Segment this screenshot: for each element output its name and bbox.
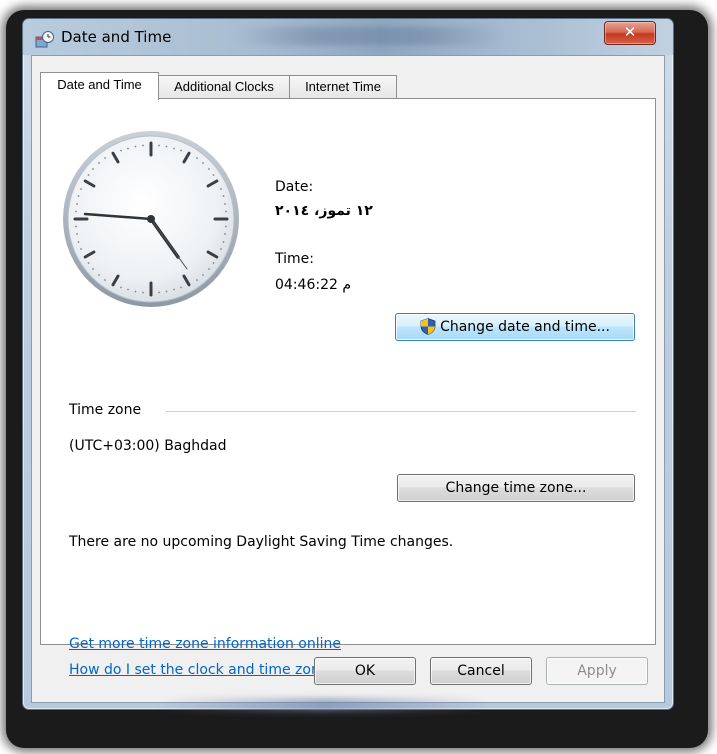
date-time-dialog: Date and Time ✕ Date and Time Additional… xyxy=(22,18,674,710)
cancel-button[interactable]: Cancel xyxy=(430,657,532,685)
change-date-and-time-button[interactable]: Change date and time... xyxy=(395,313,635,341)
title-bar[interactable]: Date and Time ✕ xyxy=(23,19,673,55)
change-time-zone-button[interactable]: Change time zone... xyxy=(397,474,635,502)
time-value: 04:46:22 م xyxy=(275,277,351,293)
change-date-and-time-label: Change date and time... xyxy=(440,319,610,335)
dialog-footer: OK Cancel Apply xyxy=(32,643,664,701)
dialog-client-area: Date and Time Additional Clocks Internet… xyxy=(31,55,665,703)
ok-button[interactable]: OK xyxy=(314,657,416,685)
time-zone-divider xyxy=(166,411,636,412)
apply-button[interactable]: Apply xyxy=(546,657,648,685)
date-label: Date: xyxy=(275,179,314,195)
title-bar-glass-blur xyxy=(233,27,503,45)
analog-clock-icon xyxy=(63,131,239,307)
tab-additional-clocks[interactable]: Additional Clocks xyxy=(158,75,290,98)
tab-panel-date-and-time: Date: ١٢ تموز، ٢٠١٤ Time: 04:46:22 م Cha… xyxy=(40,98,656,678)
time-label: Time: xyxy=(275,251,314,267)
tab-internet-time[interactable]: Internet Time xyxy=(289,75,397,98)
date-time-icon xyxy=(35,31,54,48)
window-title: Date and Time xyxy=(61,28,172,46)
uac-shield-icon xyxy=(420,317,436,335)
tab-date-and-time[interactable]: Date and Time xyxy=(40,72,159,100)
time-zone-heading: Time zone xyxy=(69,402,142,418)
date-value: ١٢ تموز، ٢٠١٤ xyxy=(275,203,373,219)
dst-message: There are no upcoming Daylight Saving Ti… xyxy=(69,534,454,550)
close-button[interactable]: ✕ xyxy=(604,21,656,45)
taskbar-blur xyxy=(160,698,490,712)
time-zone-value: (UTC+03:00) Baghdad xyxy=(69,438,227,454)
